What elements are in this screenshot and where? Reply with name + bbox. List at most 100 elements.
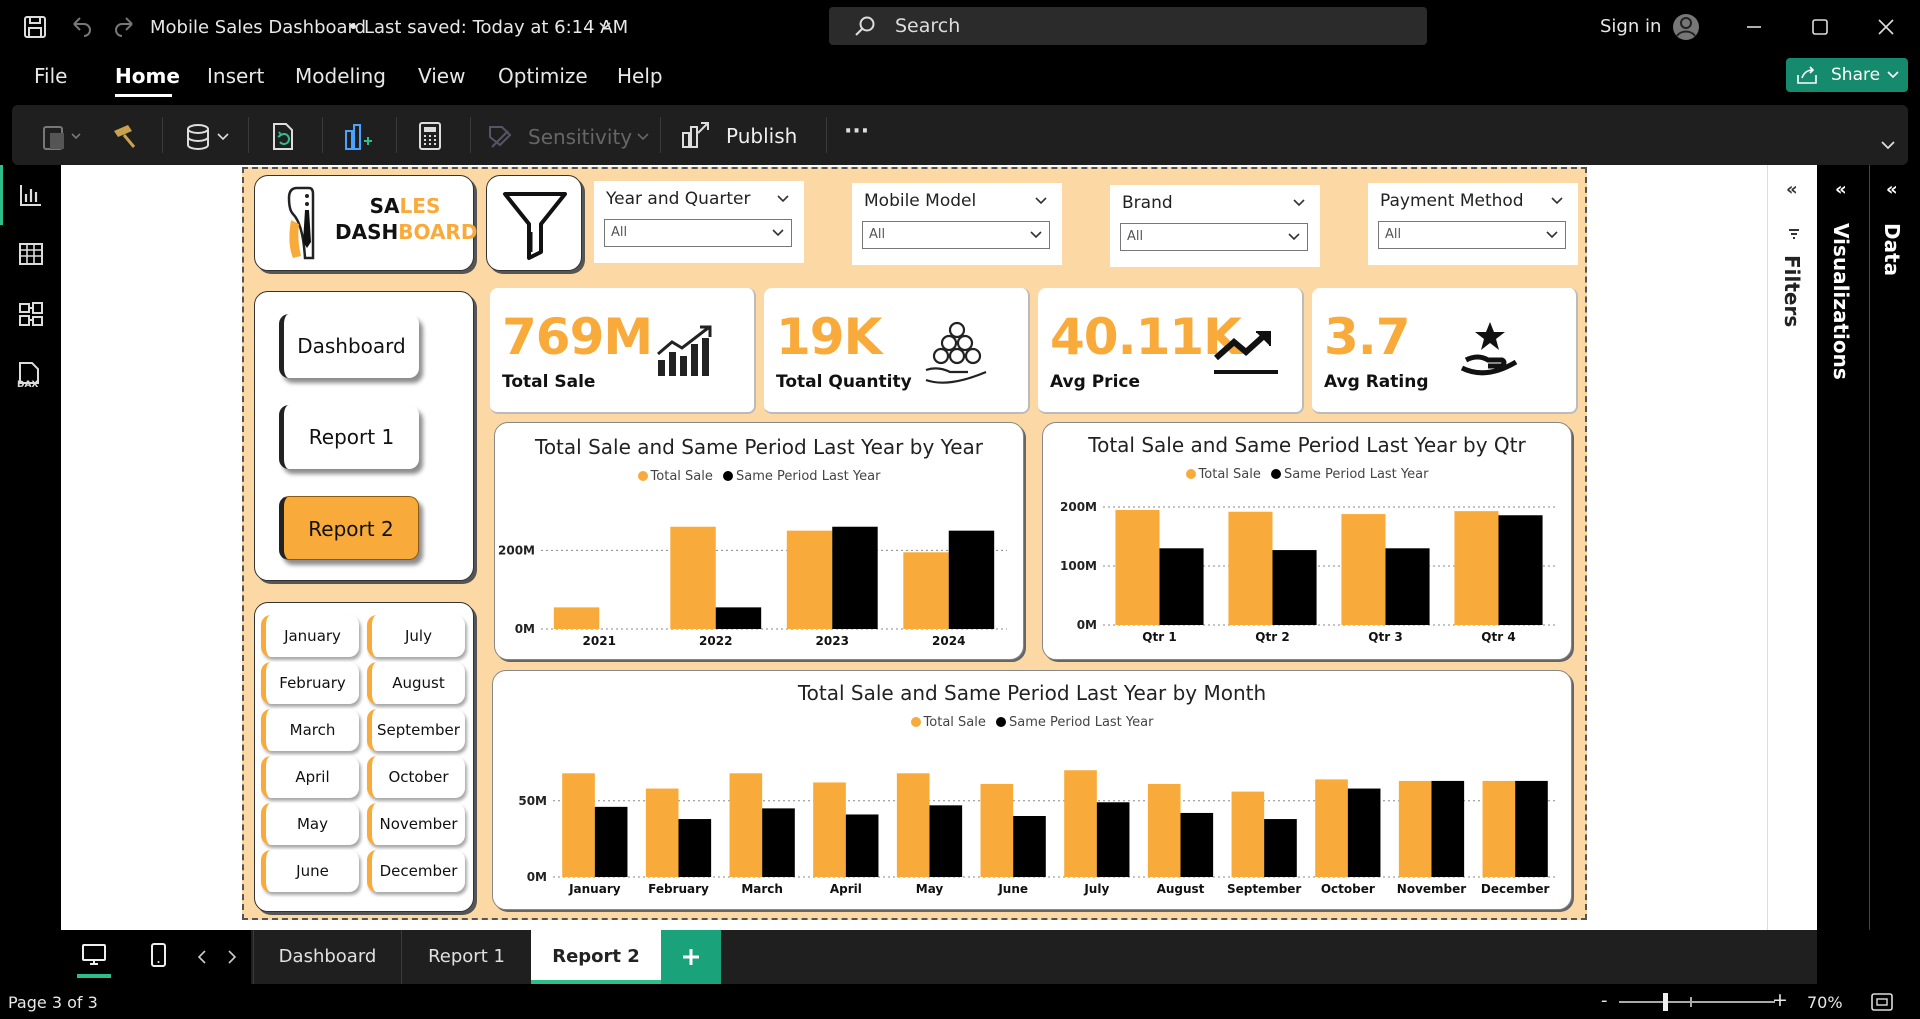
bar-total-sale[interactable] [903,552,949,629]
expand-filters-icon[interactable]: « [1786,179,1798,200]
clear-filters-button[interactable] [486,175,582,271]
share-button[interactable]: Share [1786,58,1908,92]
bar-total-sale[interactable] [1147,783,1181,877]
bar-same-period[interactable] [1096,802,1130,877]
bar-total-sale[interactable] [1482,780,1516,877]
menu-help[interactable]: Help [617,64,663,88]
menu-optimize[interactable]: Optimize [498,64,588,88]
menu-view[interactable]: View [418,64,465,88]
data-pane-collapsed[interactable]: « Data [1870,165,1920,930]
refresh-icon[interactable] [268,121,300,153]
bar-same-period[interactable] [1385,548,1430,625]
month-button-august[interactable]: August [367,662,465,704]
table-view-icon[interactable] [18,241,44,267]
bar-same-period[interactable] [1013,816,1046,877]
bar-total-sale[interactable] [553,607,600,629]
bar-same-period[interactable] [715,607,762,629]
month-button-november[interactable]: November [367,803,465,845]
bar-same-period[interactable] [1180,812,1214,877]
bar-total-sale[interactable] [670,526,716,629]
menu-insert[interactable]: Insert [207,64,264,88]
month-button-february[interactable]: February [261,662,359,704]
bar-total-sale[interactable] [1315,779,1348,877]
tab-dashboard[interactable]: Dashboard [253,930,401,984]
bar-total-sale[interactable] [562,773,595,877]
bar-total-sale[interactable] [1115,509,1160,625]
month-button-december[interactable]: December [367,850,465,892]
bar-same-period[interactable] [1272,550,1317,625]
expand-data-icon[interactable]: « [1886,179,1898,200]
filters-pane-collapsed[interactable]: « Filters [1767,165,1817,930]
desktop-layout-icon[interactable] [79,942,111,970]
slicer-dropdown[interactable]: All [1120,223,1308,251]
chevron-down-icon[interactable] [1292,197,1306,209]
chevron-down-icon[interactable] [1550,195,1564,207]
slicer-year-quarter[interactable]: Year and Quarter All [594,181,804,263]
chart-by-month[interactable]: Total Sale and Same Period Last Year by … [492,670,1572,910]
redo-icon[interactable] [112,14,138,40]
bar-same-period[interactable] [845,814,879,877]
add-page-button[interactable] [661,930,721,984]
tab-report-1[interactable]: Report 1 [401,930,531,984]
menu-file[interactable]: File [34,64,67,88]
bar-same-period[interactable] [762,808,795,877]
next-page-icon[interactable] [227,950,237,964]
bar-same-period[interactable] [1515,780,1548,877]
month-button-january[interactable]: January [261,615,359,657]
bar-same-period[interactable] [1347,788,1381,877]
get-data-icon[interactable] [184,121,234,153]
month-button-april[interactable]: April [261,756,359,798]
save-icon[interactable] [22,14,48,40]
user-avatar-icon[interactable] [1671,12,1701,42]
month-button-june[interactable]: June [261,850,359,892]
report-view-icon[interactable] [18,182,44,208]
format-painter-icon[interactable] [110,121,140,151]
slicer-brand[interactable]: Brand All [1110,185,1320,267]
bar-total-sale[interactable] [1064,770,1097,877]
month-button-may[interactable]: May [261,803,359,845]
bar-total-sale[interactable] [645,788,679,877]
bar-total-sale[interactable] [786,530,833,629]
chevron-down-icon[interactable] [1034,195,1048,207]
bar-same-period[interactable] [1498,515,1543,625]
model-view-icon[interactable] [18,301,44,327]
mobile-layout-icon[interactable] [149,942,169,970]
bar-total-sale[interactable] [729,773,763,877]
minimize-icon[interactable] [1745,18,1763,36]
slicer-dropdown[interactable]: All [862,221,1050,249]
menu-home[interactable]: Home [115,64,180,88]
zoom-slider-thumb[interactable] [1663,993,1668,1011]
more-options-button[interactable]: ··· [844,119,869,144]
expand-visualizations-icon[interactable]: « [1835,179,1847,200]
bar-total-sale[interactable] [896,773,930,877]
menu-modeling[interactable]: Modeling [295,64,386,88]
dax-query-view-icon[interactable]: DAX [16,361,44,389]
bar-same-period[interactable] [929,805,963,877]
paste-icon[interactable] [40,123,88,153]
visualizations-pane-collapsed[interactable]: « Visualizations [1817,165,1869,930]
zoom-slider-track[interactable] [1619,1001,1775,1003]
fit-to-page-icon[interactable] [1870,992,1894,1012]
maximize-icon[interactable] [1811,18,1829,36]
bar-total-sale[interactable] [813,782,846,877]
slicer-dropdown[interactable]: All [604,219,792,247]
month-button-march[interactable]: March [261,709,359,751]
signin-link[interactable]: Sign in [1600,16,1661,37]
month-button-october[interactable]: October [367,756,465,798]
bar-total-sale[interactable] [980,783,1014,877]
bar-same-period[interactable] [1264,819,1297,877]
slicer-dropdown[interactable]: All [1378,221,1566,249]
bar-same-period[interactable] [1431,780,1465,877]
bar-same-period[interactable] [832,526,878,629]
bar-total-sale[interactable] [1341,514,1386,625]
search-box[interactable]: Search [829,7,1427,45]
zoom-out-button[interactable]: - [1601,990,1608,1011]
bar-total-sale[interactable] [1398,780,1432,877]
previous-page-icon[interactable] [197,950,207,964]
new-visual-icon[interactable] [342,121,374,153]
sensitivity-icon[interactable] [486,123,514,151]
bar-total-sale[interactable] [1231,791,1265,877]
calculator-icon[interactable] [416,121,446,153]
publish-button[interactable]: Publish [680,115,812,155]
bar-total-sale[interactable] [1228,511,1273,625]
